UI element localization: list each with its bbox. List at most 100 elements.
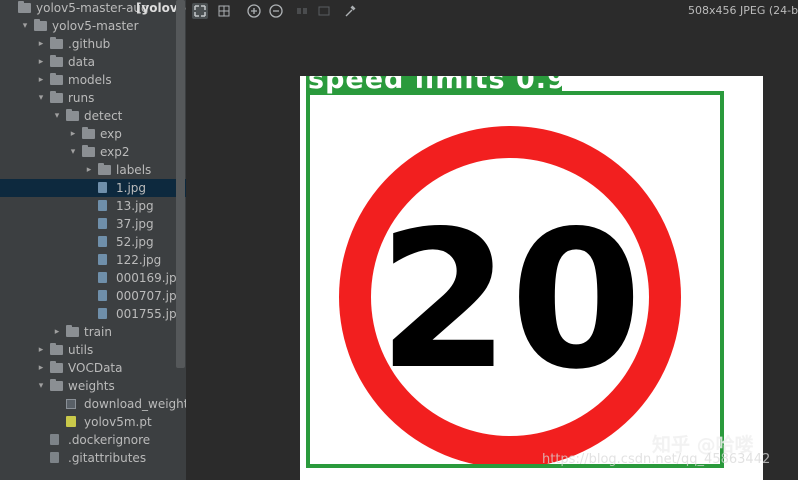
- tree-item-001755-jpg[interactable]: 001755.jpg: [0, 305, 186, 323]
- image-icon: [98, 236, 107, 247]
- tree-item-label: 001755.jpg: [116, 307, 185, 321]
- chevron-right-icon[interactable]: ▸: [36, 71, 46, 89]
- zoom-out-icon[interactable]: [268, 3, 284, 19]
- tree-item-37-jpg[interactable]: 37.jpg: [0, 215, 186, 233]
- chevron-right-icon[interactable]: ▸: [36, 35, 46, 53]
- tree-item-gitattributes[interactable]: .gitattributes: [0, 449, 186, 467]
- chevron-right-icon[interactable]: ▸: [68, 125, 78, 143]
- image-canvas: 20 speed limits 0.96: [300, 76, 763, 480]
- tree-item-label: 122.jpg: [116, 253, 162, 267]
- git-icon: [50, 434, 59, 445]
- color-picker-icon[interactable]: [342, 3, 358, 19]
- tree-item-000169-jpg[interactable]: 000169.jpg: [0, 269, 186, 287]
- tree-item-122-jpg[interactable]: 122.jpg: [0, 251, 186, 269]
- tree-item-label: labels: [116, 163, 152, 177]
- chevron-down-icon[interactable]: ▾: [36, 377, 46, 395]
- tree-item-runs[interactable]: ▾ runs: [0, 89, 186, 107]
- tree-item-models[interactable]: ▸ models: [0, 71, 186, 89]
- tree-item-000707-jpg[interactable]: 000707.jpg: [0, 287, 186, 305]
- tree-item-exp[interactable]: ▸ exp: [0, 125, 186, 143]
- tree-item-label: detect: [84, 109, 123, 123]
- image-icon: [98, 308, 107, 319]
- image-icon: [98, 182, 107, 193]
- tree-item-1-jpg[interactable]: 1.jpg: [0, 179, 186, 197]
- python-icon: [66, 416, 76, 427]
- chevron-right-icon[interactable]: ▸: [36, 359, 46, 377]
- tree-item-label: models: [68, 73, 112, 87]
- tree-item-label: 13.jpg: [116, 199, 154, 213]
- tree-item-label: exp: [100, 127, 122, 141]
- tree-item-download-weights-sh[interactable]: download_weights.sh: [0, 395, 186, 413]
- image-viewer: 508x456 JPEG (24-bit 20 speed limits 0.9…: [186, 0, 798, 480]
- tree-item-label: 000169.jpg: [116, 271, 185, 285]
- detection-box: [306, 91, 724, 468]
- tree-item-label: 37.jpg: [116, 217, 154, 231]
- folder-icon: [82, 145, 95, 157]
- chevron-right-icon[interactable]: ▸: [84, 161, 94, 179]
- image-icon: [98, 200, 107, 211]
- tree-item-label: yolov5-master: [52, 19, 139, 33]
- image-icon: [98, 254, 107, 265]
- chevron-down-icon[interactable]: ▾: [52, 107, 62, 125]
- tree-item-label: yolov5m.pt: [84, 415, 152, 429]
- tree-item-13-jpg[interactable]: 13.jpg: [0, 197, 186, 215]
- tree-item-labels[interactable]: ▸ labels: [0, 161, 186, 179]
- tree-item-data[interactable]: ▸ data: [0, 53, 186, 71]
- viewer-toolbar: 508x456 JPEG (24-bit: [186, 0, 798, 22]
- tree-item-label: 1.jpg: [116, 181, 147, 195]
- tree-item-detect[interactable]: ▾ detect: [0, 107, 186, 125]
- tree-item-label: data: [68, 55, 96, 69]
- chevron-right-icon[interactable]: ▸: [52, 323, 62, 341]
- tree-item-yolov5-master[interactable]: ▾ yolov5-master: [0, 17, 186, 35]
- git-icon: [50, 452, 59, 463]
- folder-icon: [66, 325, 79, 337]
- tree-item-yolov5-master-aug[interactable]: yolov5-master-aug[yolov5-m: [0, 0, 186, 17]
- actual-size-icon[interactable]: [294, 3, 310, 19]
- csdn-watermark: https://blog.csdn.net/qq_45863442: [542, 452, 771, 467]
- folder-icon: [34, 19, 47, 31]
- chevron-down-icon[interactable]: ▾: [20, 17, 30, 35]
- zoom-in-icon[interactable]: [246, 3, 262, 19]
- tree-item-label: download_weights.sh: [84, 397, 186, 411]
- tree-item-label: .gitattributes: [68, 451, 147, 465]
- tree-item-label: utils: [68, 343, 94, 357]
- image-icon: [98, 290, 107, 301]
- folder-icon: [18, 1, 31, 13]
- tree-item-dockerignore[interactable]: .dockerignore: [0, 431, 186, 449]
- tree-item-52-jpg[interactable]: 52.jpg: [0, 233, 186, 251]
- tree-item-utils[interactable]: ▸ utils: [0, 341, 186, 359]
- tree-item-label: yolov5-master-aug: [36, 1, 149, 15]
- chevron-right-icon[interactable]: ▸: [36, 53, 46, 71]
- folder-icon: [82, 127, 95, 139]
- tree-item-label: weights: [68, 379, 115, 393]
- background-icon[interactable]: [316, 3, 332, 19]
- detection-label: speed limits 0.96: [308, 76, 587, 95]
- tree-item-train[interactable]: ▸ train: [0, 323, 186, 341]
- folder-icon: [66, 109, 79, 121]
- grid-icon[interactable]: [216, 3, 232, 19]
- tree-item-label: VOCData: [68, 361, 123, 375]
- fit-screen-icon[interactable]: [192, 3, 208, 19]
- tree-item-weights[interactable]: ▾ weights: [0, 377, 186, 395]
- tree-item-label: train: [84, 325, 112, 339]
- project-tree: yolov5-master-aug[yolov5-m▾yolov5-master…: [0, 0, 186, 480]
- tree-item-label: 000707.jpg: [116, 289, 185, 303]
- chevron-down-icon[interactable]: ▾: [68, 143, 78, 161]
- folder-icon: [50, 55, 63, 67]
- tree-item-github[interactable]: ▸ .github: [0, 35, 186, 53]
- tree-item-label: exp2: [100, 145, 130, 159]
- image-icon: [98, 272, 107, 283]
- tree-item-label: .github: [68, 37, 111, 51]
- tree-item-exp2[interactable]: ▾ exp2: [0, 143, 186, 161]
- folder-icon: [50, 379, 63, 391]
- folder-icon: [50, 91, 63, 103]
- folder-icon: [50, 361, 63, 373]
- chevron-right-icon[interactable]: ▸: [36, 341, 46, 359]
- tree-scrollbar[interactable]: [176, 0, 185, 368]
- folder-icon: [50, 37, 63, 49]
- image-icon: [98, 218, 107, 229]
- chevron-down-icon[interactable]: ▾: [36, 89, 46, 107]
- folder-icon: [50, 73, 63, 85]
- tree-item-yolov5m-pt[interactable]: yolov5m.pt: [0, 413, 186, 431]
- tree-item-vocdata[interactable]: ▸ VOCData: [0, 359, 186, 377]
